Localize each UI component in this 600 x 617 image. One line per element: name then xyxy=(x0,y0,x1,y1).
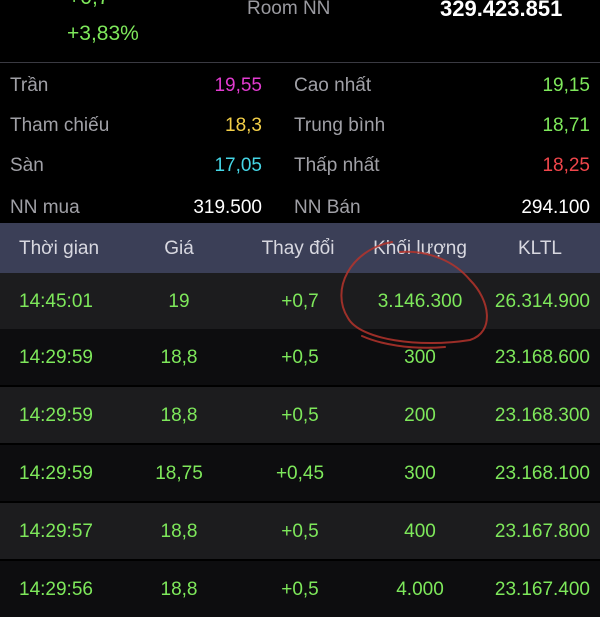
price-change-percent: +3,83% xyxy=(67,22,139,45)
stat-label: Sàn xyxy=(10,155,44,176)
trade-volume: 4.000 xyxy=(396,579,444,600)
price-stats: Trần 19,55 Cao nhất 19,15 Tham chiếu 18,… xyxy=(0,63,600,223)
trade-volume: 200 xyxy=(404,405,436,426)
stat-label: Tham chiếu xyxy=(10,115,110,136)
stat-label: Trần xyxy=(10,75,49,96)
price-change: +0,7 xyxy=(68,0,109,10)
trade-change: +0,7 xyxy=(281,291,319,312)
table-row[interactable]: 14:29:59 18,8 +0,5 300 23.168.600 xyxy=(0,329,600,385)
trade-price: 18,75 xyxy=(155,463,203,484)
column-header-price[interactable]: Giá xyxy=(140,238,218,260)
table-row[interactable]: 14:29:56 18,8 +0,5 4.000 23.167.400 xyxy=(0,561,600,617)
table-row[interactable]: 14:45:01 19 +0,7 3.146.300 26.314.900 xyxy=(0,273,600,329)
trade-price: 18,8 xyxy=(160,521,198,542)
column-header-time[interactable]: Thời gian xyxy=(19,238,99,260)
stat-label: Trung bình xyxy=(294,115,386,136)
trade-price: 18,8 xyxy=(160,579,198,600)
trade-volume: 3.146.300 xyxy=(377,291,463,312)
column-header-change[interactable]: Thay đổi xyxy=(248,238,348,260)
stat-label: NN Bán xyxy=(294,197,361,218)
stat-label: NN mua xyxy=(10,197,80,218)
stat-row-ceiling: Trần 19,55 Cao nhất 19,15 xyxy=(0,65,600,105)
trade-volume: 300 xyxy=(404,463,436,484)
trade-cumulative-volume: 23.167.400 xyxy=(494,579,590,600)
room-nn-value: 329.423.851 xyxy=(440,0,563,21)
stat-value: 17,05 xyxy=(214,155,262,176)
stat-row-foreign: NN mua 319.500 NN Bán 294.100 xyxy=(0,187,600,227)
trade-change: +0,5 xyxy=(281,347,319,368)
stat-value: 18,71 xyxy=(542,115,590,136)
trade-change: +0,5 xyxy=(281,579,319,600)
trade-cumulative-volume: 23.168.600 xyxy=(494,347,590,368)
table-row[interactable]: 14:29:59 18,75 +0,45 300 23.168.100 xyxy=(0,445,600,501)
column-header-volume[interactable]: Khối lượng xyxy=(360,238,480,260)
trade-cumulative-volume: 23.167.800 xyxy=(494,521,590,542)
table-row[interactable]: 14:29:57 18,8 +0,5 400 23.167.800 xyxy=(0,503,600,559)
trade-volume: 300 xyxy=(404,347,436,368)
trade-cumulative-volume: 26.314.900 xyxy=(494,291,590,312)
stat-value: 18,25 xyxy=(542,155,590,176)
trade-time: 14:29:57 xyxy=(19,521,93,542)
trade-cumulative-volume: 23.168.300 xyxy=(494,405,590,426)
trade-price: 18,8 xyxy=(160,405,198,426)
trade-time: 14:29:59 xyxy=(19,347,93,368)
stat-value: 19,15 xyxy=(542,75,590,96)
stat-label: Thấp nhất xyxy=(294,155,380,176)
table-row[interactable]: 14:29:59 18,8 +0,5 200 23.168.300 xyxy=(0,387,600,443)
summary-header: +0,7 +3,83% Room NN 329.423.851 xyxy=(0,0,600,62)
trade-change: +0,45 xyxy=(275,463,325,484)
trade-change: +0,5 xyxy=(281,521,319,542)
trade-volume: 400 xyxy=(404,521,436,542)
stat-label: Cao nhất xyxy=(294,75,372,96)
trade-time: 14:29:59 xyxy=(19,463,93,484)
column-header-kltl[interactable]: KLTL xyxy=(518,238,562,260)
trade-price: 19 xyxy=(168,291,190,312)
trade-time: 14:29:56 xyxy=(19,579,93,600)
trade-cumulative-volume: 23.168.100 xyxy=(494,463,590,484)
stat-value: 294.100 xyxy=(521,197,590,218)
stat-row-reference: Tham chiếu 18,3 Trung bình 18,71 xyxy=(0,105,600,145)
trade-table-header: Thời gian Giá Thay đổi Khối lượng KLTL xyxy=(0,223,600,273)
stat-value: 18,3 xyxy=(225,115,262,136)
room-nn-label: Room NN xyxy=(247,0,331,19)
stat-row-floor: Sàn 17,05 Thấp nhất 18,25 xyxy=(0,145,600,185)
trade-time: 14:45:01 xyxy=(19,291,93,312)
trade-price: 18,8 xyxy=(160,347,198,368)
stat-value: 19,55 xyxy=(214,75,262,96)
trade-change: +0,5 xyxy=(281,405,319,426)
stat-value: 319.500 xyxy=(193,197,262,218)
trade-time: 14:29:59 xyxy=(19,405,93,426)
